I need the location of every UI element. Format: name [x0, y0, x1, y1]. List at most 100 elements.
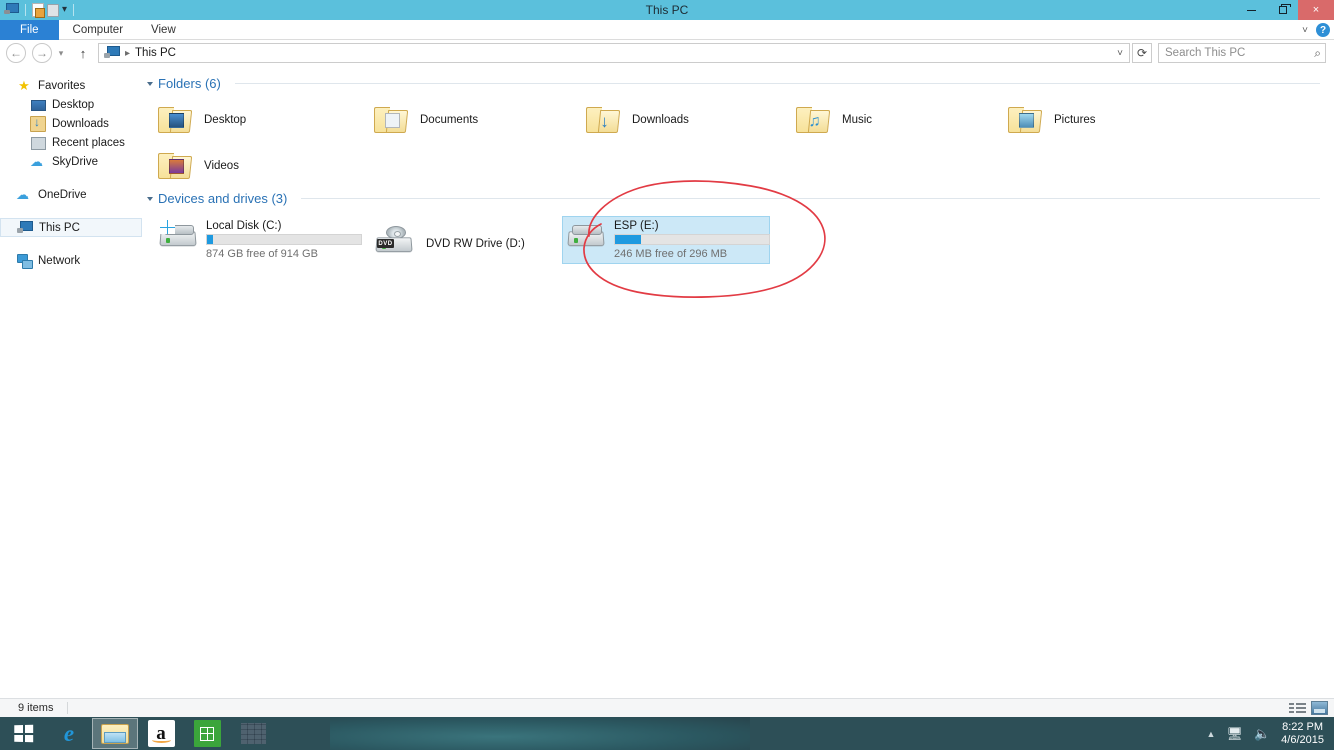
folder-pictures-icon: [1008, 105, 1043, 135]
windows-store-icon: [193, 720, 221, 747]
hard-drive-icon: [566, 220, 608, 252]
drive-name: ESP (E:): [614, 220, 659, 232]
tab-view[interactable]: View: [137, 20, 190, 40]
folder-videos-icon: [158, 151, 193, 181]
folder-item-music[interactable]: ♫ Music: [792, 101, 876, 139]
dvd-drive-icon: DVD: [374, 226, 416, 258]
folder-label: Downloads: [632, 114, 689, 126]
file-explorer-icon: [101, 722, 129, 745]
details-view-button[interactable]: [1289, 701, 1306, 715]
sidebar-item-label: Desktop: [52, 98, 95, 111]
taskbar-item-windows-store[interactable]: [184, 718, 230, 749]
forward-button[interactable]: →: [32, 43, 52, 63]
clock-date: 4/6/2015: [1281, 733, 1324, 746]
clock[interactable]: 8:22 PM 4/6/2015: [1281, 721, 1324, 747]
recent-locations-icon[interactable]: ▾: [54, 43, 68, 63]
drive-item-local-disk-c[interactable]: Local Disk (C:) 874 GB free of 914 GB: [154, 216, 366, 264]
folder-item-documents[interactable]: Documents: [370, 101, 482, 139]
system-tray: ▲ 🖥 🔈 8:22 PM 4/6/2015: [1207, 721, 1334, 747]
window-title: This PC: [645, 3, 689, 17]
search-icon[interactable]: ⌕: [1314, 46, 1321, 61]
sidebar-item-downloads[interactable]: Downloads: [0, 114, 142, 133]
network-icon: [16, 253, 33, 269]
taskbar-item-internet-explorer[interactable]: e: [46, 718, 92, 749]
sidebar-item-desktop[interactable]: Desktop: [0, 95, 142, 114]
windows-logo-icon: [13, 724, 33, 743]
sidebar-item-network[interactable]: Network: [0, 251, 142, 270]
window-controls: ×: [1236, 0, 1334, 20]
explorer-content: ★ Favorites Desktop Downloads Recent pla…: [0, 66, 1334, 698]
folder-item-pictures[interactable]: Pictures: [1004, 101, 1100, 139]
folder-item-desktop[interactable]: Desktop: [154, 101, 250, 139]
file-explorer-window: ▾ This PC × File Computer View ˅ ? ← → ▾…: [0, 0, 1334, 750]
downloads-icon: [30, 115, 46, 132]
address-dropdown-icon[interactable]: ˅: [1117, 48, 1123, 59]
volume-icon[interactable]: 🔈: [1254, 726, 1270, 742]
ribbon-right-controls: ˅ ?: [1302, 20, 1330, 40]
sidebar-item-label: SkyDrive: [52, 155, 99, 168]
minimize-button[interactable]: [1236, 0, 1267, 20]
clock-time: 8:22 PM: [1282, 720, 1324, 733]
folder-item-downloads[interactable]: ↓ Downloads: [582, 101, 693, 139]
tab-file[interactable]: File: [0, 20, 59, 40]
taskbar-item-bricks-app[interactable]: [230, 718, 276, 749]
folder-label: Documents: [420, 114, 479, 126]
large-icons-view-button[interactable]: [1311, 701, 1328, 715]
divider: [301, 198, 1320, 199]
group-header-devices[interactable]: Devices and drives (3): [142, 191, 1334, 206]
taskbar-item-amazon[interactable]: a: [138, 718, 184, 749]
network-icon[interactable]: 🖥: [1226, 726, 1243, 742]
start-button[interactable]: [0, 717, 46, 750]
refresh-icon: ⟳: [1136, 46, 1148, 60]
desktop-wallpaper: [330, 717, 750, 750]
show-hidden-icons-icon[interactable]: ▲: [1207, 729, 1216, 739]
refresh-button[interactable]: ⟳: [1132, 43, 1152, 63]
items-view: Folders (6) Desktop Documents ↓ Download…: [142, 66, 1334, 698]
folder-label: Videos: [204, 160, 239, 172]
expand-ribbon-icon[interactable]: ˅: [1302, 25, 1308, 36]
sidebar-item-onedrive[interactable]: ☁ OneDrive: [0, 185, 142, 204]
group-header-folders[interactable]: Folders (6): [142, 76, 1334, 91]
navigation-pane: ★ Favorites Desktop Downloads Recent pla…: [0, 66, 142, 698]
sidebar-item-label: Recent places: [52, 136, 125, 149]
restore-button[interactable]: [1267, 0, 1298, 20]
folder-documents-icon: [374, 105, 409, 135]
up-button[interactable]: ↑: [74, 43, 92, 63]
drives-grid: Local Disk (C:) 874 GB free of 914 GB DV…: [142, 206, 1334, 296]
pc-icon: [17, 220, 33, 236]
chevron-down-icon[interactable]: [147, 196, 153, 201]
folder-item-videos[interactable]: Videos: [154, 147, 243, 185]
sidebar-item-this-pc[interactable]: This PC: [0, 218, 142, 237]
drive-info: Local Disk (C:) 874 GB free of 914 GB: [200, 220, 362, 260]
taskbar: e a ▲ 🖥 🔈 8:22 PM 4/6/2015: [0, 717, 1334, 750]
sidebar-item-favorites[interactable]: ★ Favorites: [0, 76, 142, 95]
tab-computer[interactable]: Computer: [59, 20, 138, 40]
address-bar: ← → ▾ ↑ ▸ This PC ˅ ⟳ Search This PC ⌕: [0, 41, 1334, 65]
sidebar-item-label: Downloads: [52, 117, 109, 130]
group-title: Folders (6): [158, 76, 221, 91]
drive-free-space: 246 MB free of 296 MB: [614, 248, 728, 260]
view-buttons: [1289, 701, 1334, 715]
close-button[interactable]: ×: [1298, 0, 1334, 20]
sidebar-item-skydrive[interactable]: ☁ SkyDrive: [0, 152, 142, 171]
breadcrumb[interactable]: ▸ This PC ˅: [98, 43, 1130, 63]
divider: [234, 83, 1320, 84]
sidebar-item-recent-places[interactable]: Recent places: [0, 133, 142, 152]
folder-label: Music: [842, 114, 873, 126]
breadcrumb-this-pc[interactable]: This PC: [135, 47, 176, 59]
folder-music-icon: ♫: [796, 105, 831, 135]
capacity-bar-fill: [615, 235, 642, 244]
search-input[interactable]: Search This PC ⌕: [1158, 43, 1326, 63]
back-button[interactable]: ←: [6, 43, 26, 63]
drive-name: Local Disk (C:): [206, 220, 282, 232]
folder-label: Desktop: [204, 114, 247, 126]
taskbar-item-file-explorer[interactable]: [92, 718, 138, 749]
ribbon-tabs: File Computer View ˅ ?: [0, 20, 1334, 40]
chevron-down-icon[interactable]: [147, 81, 153, 86]
drive-item-esp-e[interactable]: ESP (E:) 246 MB free of 296 MB: [562, 216, 770, 264]
breadcrumb-separator: ▸: [125, 47, 131, 59]
help-icon[interactable]: ?: [1316, 23, 1330, 37]
drive-item-dvd-rw-d[interactable]: DVD DVD RW Drive (D:): [370, 222, 529, 262]
